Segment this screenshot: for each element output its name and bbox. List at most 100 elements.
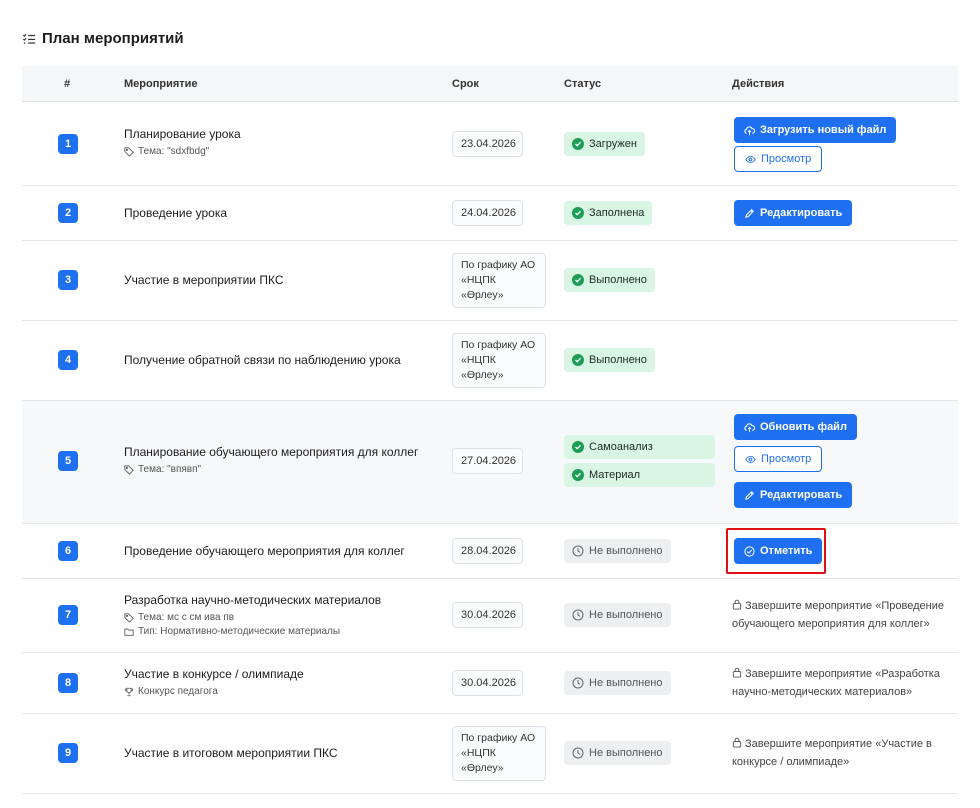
event-meta: Тема: "sdxfbdg" xyxy=(124,146,241,157)
trophy-icon xyxy=(124,687,134,696)
highlight-frame xyxy=(726,528,826,574)
status-text: Не выполнено xyxy=(589,545,663,557)
event-meta-text: Конкурс педагога xyxy=(138,686,218,697)
tag-icon xyxy=(124,464,134,475)
page-title: План мероприятий xyxy=(22,30,184,47)
locked-action-text: Завершите мероприятие «Проведение обучаю… xyxy=(732,600,944,630)
status-badge: Не выполнено xyxy=(564,741,671,765)
locked-action-note: Завершите мероприятие «Участие в конкурс… xyxy=(732,735,962,771)
col-number: # xyxy=(64,78,71,90)
event-title: Получение обратной связи по наблюдению у… xyxy=(124,353,401,367)
event-cell: Участие в итоговом мероприятии ПКС xyxy=(124,746,338,760)
status-badge: Материал xyxy=(564,463,715,487)
folder-icon xyxy=(124,628,134,636)
locked-action-note: Завершите мероприятие «Проведение обучаю… xyxy=(732,597,962,633)
event-meta: Тема: "впявп" xyxy=(124,464,418,475)
table-row: 3 Участие в мероприятии ПКС По графику А… xyxy=(22,241,958,321)
event-cell: Получение обратной связи по наблюдению у… xyxy=(124,353,401,367)
table-header: # Мероприятие Срок Статус Действия xyxy=(22,66,958,102)
deadline-badge: 30.04.2026 xyxy=(452,602,523,628)
event-title: Проведение урока xyxy=(124,206,228,220)
edit-button[interactable]: Редактировать xyxy=(734,200,853,226)
events-table: # Мероприятие Срок Статус Действия 1 Пла… xyxy=(22,66,958,794)
event-title: Проведение обучающего мероприятия для ко… xyxy=(124,544,405,558)
tag-icon xyxy=(124,612,134,623)
event-meta-text: Тип: Нормативно-методические материалы xyxy=(138,626,341,637)
locked-action-text: Завершите мероприятие «Участие в конкурс… xyxy=(732,738,932,768)
row-number: 3 xyxy=(58,270,78,290)
status-text: Не выполнено xyxy=(589,747,663,759)
status-text: Заполнена xyxy=(589,207,645,219)
status-text: Не выполнено xyxy=(589,609,663,621)
event-meta-text: Тема: мс с см ива пв xyxy=(138,612,235,623)
edit-button[interactable]: Редактировать xyxy=(734,482,853,508)
deadline-badge: По графику АО «НЦПК «Өрлеу» xyxy=(452,726,546,781)
button-label: Просмотр xyxy=(761,453,812,465)
status-badge: Выполнено xyxy=(564,348,655,372)
col-actions: Действия xyxy=(732,78,785,90)
deadline-badge: По графику АО «НЦПК «Өрлеу» xyxy=(452,333,546,388)
deadline-badge: 28.04.2026 xyxy=(452,538,523,564)
list-check-icon xyxy=(22,33,36,44)
lock-icon xyxy=(732,667,742,678)
deadline-badge: 23.04.2026 xyxy=(452,131,523,157)
status-text: Не выполнено xyxy=(589,677,663,689)
table-row: 7 Разработка научно-методических материа… xyxy=(22,579,958,653)
row-number: 2 xyxy=(58,203,78,223)
update-file-button[interactable]: Обновить файл xyxy=(734,414,857,440)
check-circle-icon xyxy=(572,354,584,366)
tag-icon xyxy=(124,146,134,157)
status-text: Загружен xyxy=(589,138,637,150)
lock-icon xyxy=(732,599,742,610)
check-circle-icon xyxy=(572,274,584,286)
button-label: Загрузить новый файл xyxy=(760,124,887,136)
view-button[interactable]: Просмотр xyxy=(734,446,823,472)
event-title: Участие в итоговом мероприятии ПКС xyxy=(124,746,338,760)
event-cell: Проведение урока xyxy=(124,206,227,220)
table-row: 4 Получение обратной связи по наблюдению… xyxy=(22,321,958,401)
row-number: 4 xyxy=(58,350,78,370)
table-row: 8 Участие в конкурсе / олимпиаде Конкурс… xyxy=(22,653,958,714)
locked-action-note: Завершите мероприятие «Разработка научно… xyxy=(732,665,962,701)
status-badge: Не выполнено xyxy=(564,671,671,695)
clock-icon xyxy=(572,747,584,759)
event-cell: Разработка научно-методических материало… xyxy=(124,593,381,637)
lock-icon xyxy=(732,737,742,748)
event-meta-text: Тема: "sdxfbdg" xyxy=(138,146,210,157)
deadline-badge: По графику АО «НЦПК «Өрлеу» xyxy=(452,253,546,308)
row-number: 5 xyxy=(58,451,78,471)
row-number: 1 xyxy=(58,134,78,154)
status-text: Выполнено xyxy=(589,274,647,286)
event-title: Разработка научно-методических материало… xyxy=(124,593,382,607)
row-number: 7 xyxy=(58,605,78,625)
col-status: Статус xyxy=(564,78,602,90)
deadline-badge: 27.04.2026 xyxy=(452,448,523,474)
table-row: 1 Планирование урока Тема: "sdxfbdg" 23.… xyxy=(22,102,958,186)
row-number: 6 xyxy=(58,541,78,561)
upload-new-file-button[interactable]: Загрузить новый файл xyxy=(734,117,897,143)
status-text: Материал xyxy=(589,469,640,481)
check-circle-icon xyxy=(572,138,584,150)
eye-icon xyxy=(745,155,756,163)
col-deadline: Срок xyxy=(452,78,479,90)
event-title: Участие в конкурсе / олимпиаде xyxy=(124,667,304,681)
event-title: Участие в мероприятии ПКС xyxy=(124,273,284,287)
page-title-text: План мероприятий xyxy=(42,30,184,47)
deadline-badge: 24.04.2026 xyxy=(452,200,523,226)
cloud-upload-icon xyxy=(744,125,755,135)
status-badge: Не выполнено xyxy=(564,603,671,627)
table-row: 2 Проведение урока 24.04.2026 Заполнена … xyxy=(22,186,958,241)
button-label: Обновить файл xyxy=(760,421,847,433)
pencil-icon xyxy=(745,490,754,500)
event-cell: Проведение обучающего мероприятия для ко… xyxy=(124,544,405,558)
status-badge: Выполнено xyxy=(564,268,655,292)
event-cell: Участие в мероприятии ПКС xyxy=(124,273,284,287)
button-label: Просмотр xyxy=(761,153,812,165)
check-circle-icon xyxy=(572,207,584,219)
event-title: Планирование урока xyxy=(124,127,241,141)
clock-icon xyxy=(572,545,584,557)
status-badge: Загружен xyxy=(564,132,645,156)
view-button[interactable]: Просмотр xyxy=(734,146,823,172)
pencil-icon xyxy=(745,208,754,218)
clock-icon xyxy=(572,677,584,689)
